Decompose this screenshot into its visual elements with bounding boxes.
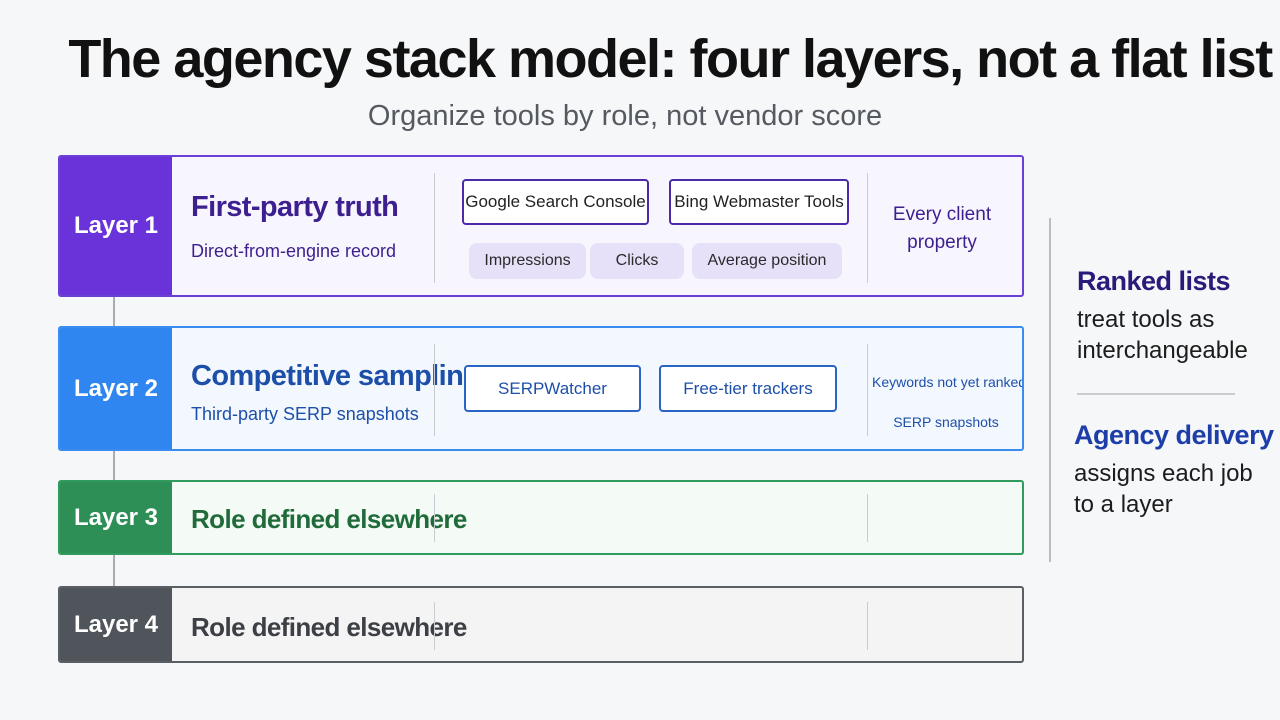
agency-delivery-line-1: assigns each job <box>1074 460 1253 487</box>
layer-1-body: First-party truth Direct-from-engine rec… <box>172 157 1022 295</box>
tool-free-tier-trackers: Free-tier trackers <box>659 365 837 412</box>
connector-1-2 <box>113 297 115 326</box>
tool-serpwatcher: SERPWatcher <box>464 365 641 412</box>
metric-impressions: Impressions <box>469 243 586 279</box>
layer-3-body: Role defined elsewhere <box>172 482 1022 553</box>
layer-1-scope-line-2: property <box>907 232 977 253</box>
connector-3-4 <box>113 555 115 586</box>
layer-1-scope: Every client property <box>872 201 1012 257</box>
layer-4-row: Layer 4 Role defined elsewhere <box>58 586 1024 663</box>
layer-1-title: First-party truth <box>191 191 399 223</box>
layer-4-body: Role defined elsewhere <box>172 588 1022 661</box>
layer-3-divider-left <box>434 494 435 542</box>
layer-2-badge: Layer 2 <box>60 328 172 449</box>
layer-2-divider-left <box>434 344 435 436</box>
tool-bing-webmaster-tools: Bing Webmaster Tools <box>669 179 849 225</box>
layer-3-title: Role defined elsewhere <box>191 504 467 534</box>
page-title: The agency stack model: four layers, not… <box>68 29 1273 89</box>
layer-1-divider-right <box>867 173 868 283</box>
tool-google-search-console: Google Search Console <box>462 179 649 225</box>
sidebar-rule <box>1049 218 1051 562</box>
layer-2-title: Competitive sampling <box>191 360 481 392</box>
layer-2-row: Layer 2 Competitive sampling Third-party… <box>58 326 1024 451</box>
layer-1-scope-line-1: Every client <box>892 204 992 225</box>
ranked-lists-text: treat tools as interchangeable <box>1077 304 1248 366</box>
ranked-lists-line-2: interchangeable <box>1077 337 1248 364</box>
layer-2-scope: Keywords not yet ranked SERP snapshots <box>872 362 1024 442</box>
layer-2-scope-line-1: Keywords not yet ranked <box>872 374 1024 390</box>
layer-4-title: Role defined elsewhere <box>191 612 467 642</box>
layer-4-divider-left <box>434 602 435 650</box>
layer-2-body: Competitive sampling Third-party SERP sn… <box>172 328 1022 449</box>
agency-delivery-heading: Agency delivery <box>1074 420 1274 450</box>
agency-delivery-line-2: to a layer <box>1074 491 1173 518</box>
ranked-lists-line-1: treat tools as <box>1077 306 1215 333</box>
layer-2-subtitle: Third-party SERP snapshots <box>191 404 419 424</box>
layer-1-subtitle: Direct-from-engine record <box>191 241 397 261</box>
layer-4-divider-right <box>867 602 868 650</box>
metric-clicks: Clicks <box>590 243 684 279</box>
layer-3-row: Layer 3 Role defined elsewhere <box>58 480 1024 555</box>
connector-2-3 <box>113 451 115 480</box>
layer-4-badge: Layer 4 <box>60 588 172 661</box>
layer-2-divider-right <box>867 344 868 436</box>
metric-average-position: Average position <box>692 243 842 279</box>
layer-1-badge: Layer 1 <box>60 157 172 295</box>
agency-delivery-text: assigns each job to a layer <box>1074 458 1253 520</box>
layer-3-divider-right <box>867 494 868 542</box>
layer-1-row: Layer 1 First-party truth Direct-from-en… <box>58 155 1024 297</box>
layer-3-badge: Layer 3 <box>60 482 172 553</box>
ranked-lists-heading: Ranked lists <box>1077 266 1231 296</box>
layer-1-divider-left <box>434 173 435 283</box>
page-subtitle: Organize tools by role, not vendor score <box>367 100 883 132</box>
layer-2-scope-line-2: SERP snapshots <box>893 414 999 430</box>
sidebar-divider <box>1077 393 1235 395</box>
